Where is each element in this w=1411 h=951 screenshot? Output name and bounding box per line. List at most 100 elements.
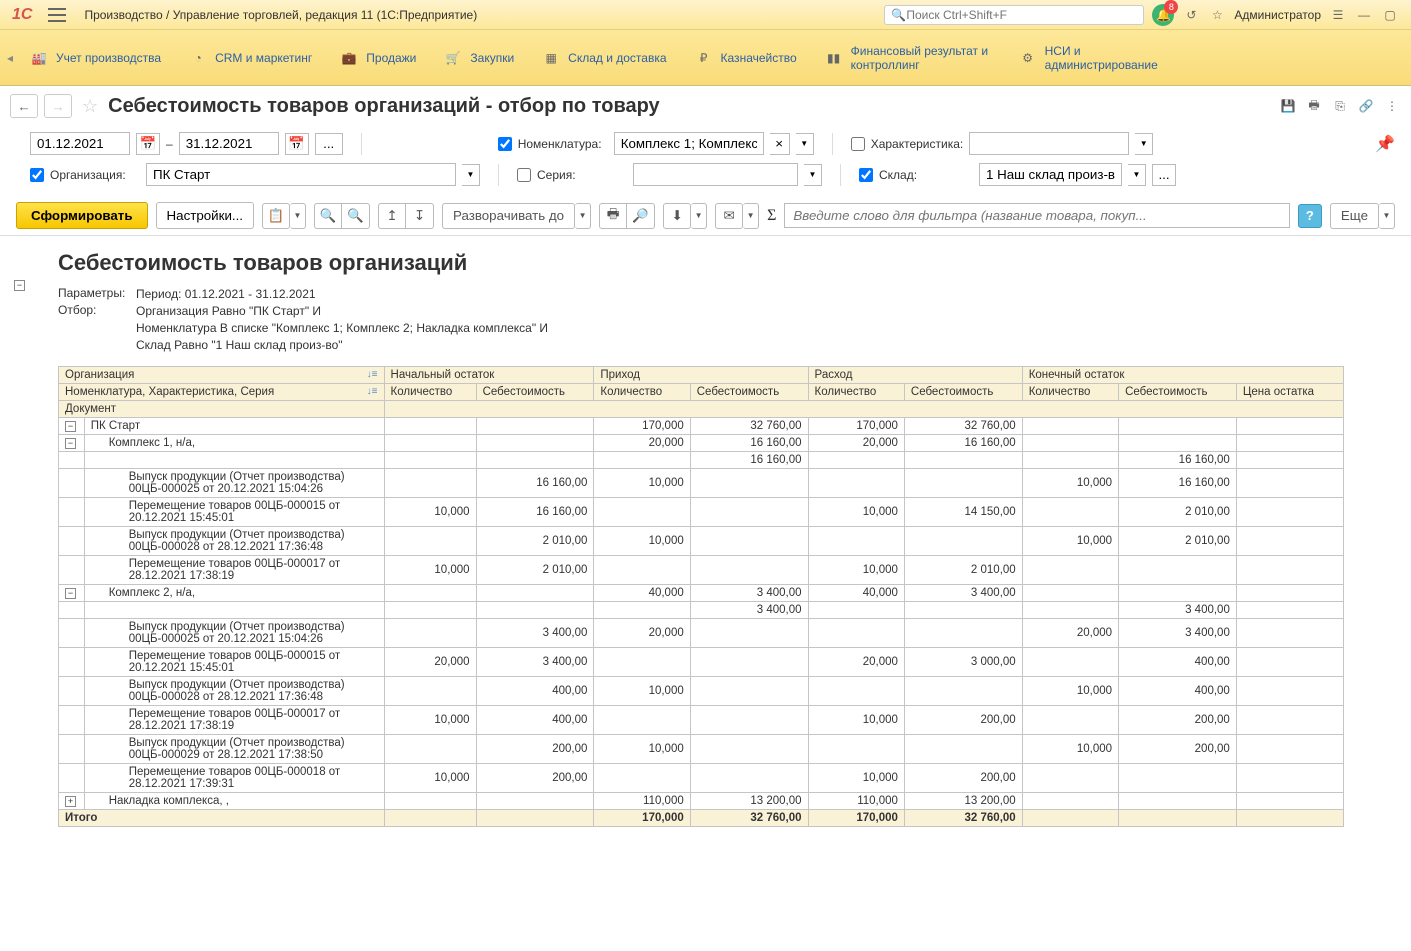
col-in-cost[interactable]: Себестоимость <box>690 384 808 401</box>
table-row[interactable]: −ПК Старт170,00032 760,00170,00032 760,0… <box>59 418 1344 435</box>
maximize-icon[interactable]: ▢ <box>1381 6 1399 24</box>
table-row[interactable]: Выпуск продукции (Отчет производства) 00… <box>59 619 1344 648</box>
row-toggle-icon[interactable]: − <box>65 588 76 599</box>
col-out-qty[interactable]: Количество <box>808 384 904 401</box>
more-button[interactable]: Еще <box>1330 203 1379 229</box>
more-vert-icon[interactable]: ⋮ <box>1383 97 1401 115</box>
section-crm[interactable]: ◔CRM и маркетинг <box>175 30 326 86</box>
period-picker-button[interactable]: ... <box>315 133 343 155</box>
section-warehouse[interactable]: ▦Склад и доставка <box>528 30 680 86</box>
warehouse-input[interactable] <box>979 163 1122 186</box>
section-purchases[interactable]: 🛒Закупки <box>430 30 528 86</box>
characteristic-checkbox[interactable] <box>851 137 865 151</box>
pin-icon[interactable]: 📌 <box>1375 134 1395 154</box>
warehouse-dropdown-icon[interactable]: ▼ <box>1128 164 1146 186</box>
table-row[interactable]: Перемещение товаров 00ЦБ-000015 от 20.12… <box>59 498 1344 527</box>
export-icon[interactable]: ⎘ <box>1331 97 1349 115</box>
section-finance[interactable]: ▮▮Финансовый результат и контроллинг <box>811 30 1005 86</box>
col-doc[interactable]: Документ <box>59 401 385 418</box>
nomenclature-dropdown-icon[interactable]: ▼ <box>796 133 814 155</box>
col-end-cost[interactable]: Себестоимость <box>1119 384 1237 401</box>
series-checkbox[interactable] <box>517 168 531 182</box>
print-button[interactable]: 🖶 <box>599 203 627 229</box>
series-input[interactable] <box>633 163 798 186</box>
characteristic-input[interactable] <box>969 132 1129 155</box>
link-icon[interactable]: 🔗 <box>1357 97 1375 115</box>
row-toggle-icon[interactable]: + <box>65 796 76 807</box>
group-toggle[interactable]: − <box>14 280 25 291</box>
email-button[interactable]: ✉ <box>715 203 743 229</box>
nav-back-button[interactable]: ← <box>10 94 38 118</box>
history-icon[interactable]: ↺ <box>1182 6 1200 24</box>
find-next-button[interactable]: 🔍 <box>342 203 370 229</box>
nav-forward-button[interactable]: → <box>44 94 72 118</box>
table-row[interactable]: Перемещение товаров 00ЦБ-000017 от 28.12… <box>59 556 1344 585</box>
main-menu-icon[interactable] <box>48 8 66 22</box>
section-production[interactable]: 🏭Учет производства <box>16 30 175 86</box>
col-begin-qty[interactable]: Количество <box>384 384 476 401</box>
favorite-star-icon[interactable]: ☆ <box>78 96 102 117</box>
quick-filter-input[interactable] <box>784 203 1289 228</box>
calendar-to-icon[interactable]: 📅 <box>285 133 309 155</box>
col-begin-cost[interactable]: Себестоимость <box>476 384 594 401</box>
variants-dropdown-icon[interactable]: ▼ <box>290 203 306 229</box>
org-dropdown-icon[interactable]: ▼ <box>462 164 480 186</box>
nomenclature-input[interactable] <box>614 132 764 155</box>
col-end-price[interactable]: Цена остатка <box>1236 384 1343 401</box>
col-org[interactable]: Организация↓≡ <box>59 367 385 384</box>
table-row[interactable]: Выпуск продукции (Отчет производства) 00… <box>59 735 1344 764</box>
collapse-button[interactable]: ↥ <box>378 203 406 229</box>
section-nsi[interactable]: ⚙НСИ и администрирование <box>1005 30 1199 86</box>
date-to-input[interactable] <box>179 132 279 155</box>
org-checkbox[interactable] <box>30 168 44 182</box>
warehouse-checkbox[interactable] <box>859 168 873 182</box>
generate-button[interactable]: Сформировать <box>16 202 148 229</box>
expand-to-button[interactable]: Разворачивать до <box>442 203 575 229</box>
table-row[interactable]: Выпуск продукции (Отчет производства) 00… <box>59 527 1344 556</box>
save-icon[interactable]: 💾 <box>1279 97 1297 115</box>
save-dropdown-icon[interactable]: ▼ <box>691 203 707 229</box>
table-row[interactable]: Перемещение товаров 00ЦБ-000017 от 28.12… <box>59 706 1344 735</box>
print-icon[interactable]: 🖶 <box>1305 97 1323 115</box>
settings-menu-icon[interactable]: ☰ <box>1329 6 1347 24</box>
nomenclature-checkbox[interactable] <box>498 137 512 151</box>
more-dropdown-icon[interactable]: ▼ <box>1379 203 1395 229</box>
help-button[interactable]: ? <box>1298 204 1322 228</box>
col-end-qty[interactable]: Количество <box>1022 384 1118 401</box>
table-row[interactable]: Перемещение товаров 00ЦБ-000015 от 20.12… <box>59 648 1344 677</box>
date-from-input[interactable] <box>30 132 130 155</box>
table-row[interactable]: Выпуск продукции (Отчет производства) 00… <box>59 677 1344 706</box>
row-toggle-icon[interactable]: − <box>65 421 76 432</box>
settings-button[interactable]: Настройки... <box>156 202 254 229</box>
characteristic-dropdown-icon[interactable]: ▼ <box>1135 133 1153 155</box>
calendar-from-icon[interactable]: 📅 <box>136 133 160 155</box>
user-name[interactable]: Администратор <box>1234 8 1321 22</box>
table-row[interactable]: −Комплекс 1, н/а,20,00016 160,0020,00016… <box>59 435 1344 452</box>
find-button[interactable]: 🔍 <box>314 203 342 229</box>
save-button[interactable]: ⬇ <box>663 203 691 229</box>
col-nomen[interactable]: Номенклатура, Характеристика, Серия↓≡ <box>59 384 385 401</box>
section-treasury[interactable]: ₽Казначейство <box>681 30 811 86</box>
table-row[interactable]: Перемещение товаров 00ЦБ-000018 от 28.12… <box>59 764 1344 793</box>
search-input[interactable] <box>906 8 1137 22</box>
table-row[interactable]: −Комплекс 2, н/а,40,0003 400,0040,0003 4… <box>59 585 1344 602</box>
sum-icon[interactable]: Σ <box>767 207 776 225</box>
warehouse-picker-button[interactable]: ... <box>1152 164 1176 186</box>
sections-prev-icon[interactable]: ◂ <box>4 51 16 65</box>
row-toggle-icon[interactable]: − <box>65 438 76 449</box>
org-input[interactable] <box>146 163 456 186</box>
table-row[interactable]: +Накладка комплекса, ,110,00013 200,0011… <box>59 793 1344 810</box>
table-row[interactable]: Выпуск продукции (Отчет производства) 00… <box>59 469 1344 498</box>
global-search[interactable]: 🔍 <box>884 5 1144 25</box>
col-out-cost[interactable]: Себестоимость <box>904 384 1022 401</box>
section-sales[interactable]: 💼Продажи <box>326 30 430 86</box>
notifications-icon[interactable]: 🔔 8 <box>1152 4 1174 26</box>
favorites-icon[interactable]: ☆ <box>1208 6 1226 24</box>
table-row[interactable]: 3 400,003 400,00 <box>59 602 1344 619</box>
series-dropdown-icon[interactable]: ▼ <box>804 164 822 186</box>
email-dropdown-icon[interactable]: ▼ <box>743 203 759 229</box>
preview-button[interactable]: 🔎 <box>627 203 655 229</box>
col-in-qty[interactable]: Количество <box>594 384 690 401</box>
expand-to-dropdown-icon[interactable]: ▼ <box>575 203 591 229</box>
minimize-icon[interactable]: — <box>1355 6 1373 24</box>
